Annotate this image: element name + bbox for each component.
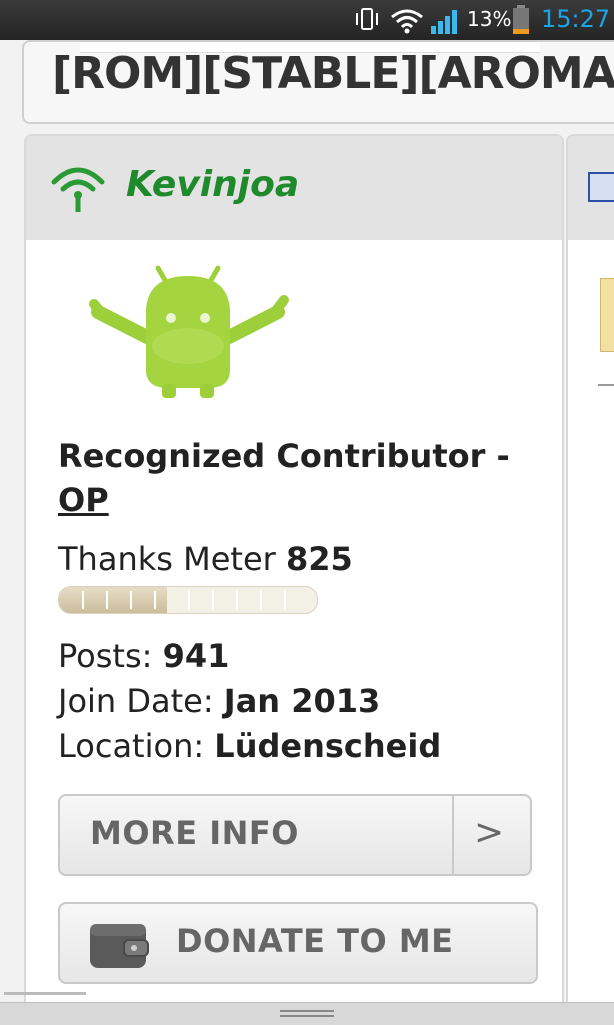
- online-signal-icon: [51, 167, 105, 212]
- more-info-label: MORE INFO: [90, 814, 299, 852]
- thread-title[interactable]: [ROM][STABLE][AROMA][Ma: [52, 48, 614, 99]
- posts-label: Posts:: [58, 637, 153, 675]
- post-content-panel: [566, 134, 614, 1014]
- drag-handle-icon[interactable]: [278, 1009, 336, 1019]
- battery-percent: 13%: [467, 7, 512, 31]
- join-date-row: Join Date: Jan 2013: [58, 679, 441, 724]
- signal-icon: [431, 10, 457, 34]
- battery-icon: [513, 5, 529, 34]
- donate-label: DONATE TO ME: [176, 922, 454, 960]
- location-label: Location:: [58, 727, 205, 765]
- posts-row: Posts: 941: [58, 634, 441, 679]
- user-title: Recognized Contributor - OP: [58, 434, 528, 522]
- post-author-panel: Kevinjoa Recognized Contributor - OP Tha…: [24, 134, 564, 1014]
- thanks-label: Thanks Meter: [58, 540, 276, 578]
- status-bar: 13% 15:27: [0, 0, 614, 40]
- avatar[interactable]: [58, 260, 318, 400]
- thanks-meter-bar: [58, 586, 318, 614]
- join-date-label: Join Date:: [58, 682, 214, 720]
- post-thumbnail[interactable]: [600, 278, 614, 352]
- donate-button[interactable]: DONATE TO ME: [58, 902, 538, 984]
- post-header: [568, 136, 614, 240]
- author-header: Kevinjoa: [26, 136, 562, 240]
- bottom-bar[interactable]: [0, 1002, 614, 1025]
- more-info-button[interactable]: MORE INFO >: [58, 794, 532, 876]
- thanks-meter-line: Thanks Meter 825: [58, 540, 353, 578]
- scroll-indicator: [4, 992, 86, 995]
- post-divider: [598, 384, 614, 386]
- user-title-text: Recognized Contributor -: [58, 437, 510, 475]
- posts-value: 941: [162, 637, 230, 675]
- thanks-meter-ticks: [82, 591, 286, 609]
- button-divider: [452, 796, 454, 874]
- clock: 15:27: [541, 5, 611, 33]
- location-row: Location: Lüdenscheid: [58, 724, 441, 769]
- user-stats: Posts: 941 Join Date: Jan 2013 Location:…: [58, 634, 441, 769]
- join-date-value: Jan 2013: [223, 682, 381, 720]
- wifi-icon: [391, 9, 423, 34]
- chevron-right-icon[interactable]: >: [474, 812, 504, 853]
- username[interactable]: Kevinjoa: [126, 164, 299, 205]
- vibrate-icon: [356, 8, 378, 30]
- post-icon: [588, 172, 614, 202]
- wallet-icon: [90, 924, 149, 968]
- location-value: Lüdenscheid: [214, 727, 442, 765]
- thread-title-box[interactable]: [ROM][STABLE][AROMA][Ma: [22, 40, 614, 124]
- op-link[interactable]: OP: [58, 481, 109, 519]
- thanks-value: 825: [285, 540, 353, 578]
